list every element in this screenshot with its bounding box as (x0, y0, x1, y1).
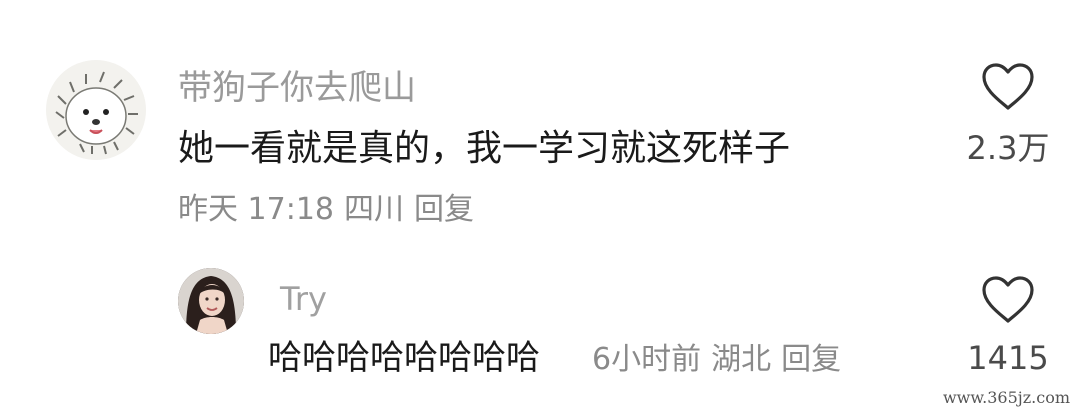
reply-like-button[interactable] (980, 275, 1036, 325)
hedgehog-avatar-icon (46, 60, 146, 160)
reply-meta: 6小时前 湖北 回复 (592, 340, 851, 380)
comment-time: 昨天 17:18 (178, 192, 334, 227)
reply-time: 6小时前 (592, 342, 702, 377)
woman-portrait-avatar-icon (178, 268, 244, 334)
reply-like-count: 1415 (967, 339, 1049, 377)
comment-username[interactable]: 带狗子你去爬山 (178, 66, 416, 110)
reply-username[interactable]: Try (280, 278, 327, 320)
reply-text: 哈哈哈哈哈哈哈哈 (268, 338, 540, 378)
like-button[interactable] (980, 62, 1036, 112)
watermark: www.365jz.com (942, 388, 1070, 407)
reply-reply-button[interactable]: 回复 (781, 342, 841, 377)
comment-location: 四川 (344, 192, 404, 227)
comment-text: 她一看就是真的，我一学习就这死样子 (178, 128, 791, 169)
reply-button[interactable]: 回复 (414, 192, 474, 227)
avatar[interactable] (46, 60, 146, 160)
like-count: 2.3万 (966, 129, 1050, 167)
heart-outline-icon (982, 63, 1034, 110)
reply-location: 湖北 (711, 342, 772, 377)
reply-avatar[interactable] (178, 268, 244, 334)
heart-outline-icon (982, 276, 1034, 323)
comment-meta: 昨天 17:18 四川 回复 (178, 190, 484, 230)
